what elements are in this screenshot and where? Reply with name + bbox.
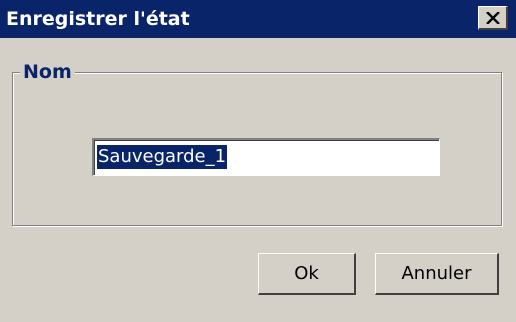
window-title: Enregistrer l'état (6, 8, 190, 30)
close-icon (485, 11, 500, 24)
ok-button[interactable]: Ok (258, 253, 356, 295)
cancel-button-label: Annuler (401, 263, 472, 284)
name-input-selected-text: Sauvegarde_1 (97, 145, 228, 169)
ok-button-label: Ok (294, 263, 319, 284)
close-button[interactable] (478, 6, 508, 30)
dialog-window: Enregistrer l'état Nom Sauvegarde_1 Ok A… (0, 0, 516, 322)
title-bar[interactable]: Enregistrer l'état (0, 0, 516, 38)
cancel-button[interactable]: Annuler (375, 253, 499, 295)
group-legend: Nom (20, 60, 75, 84)
